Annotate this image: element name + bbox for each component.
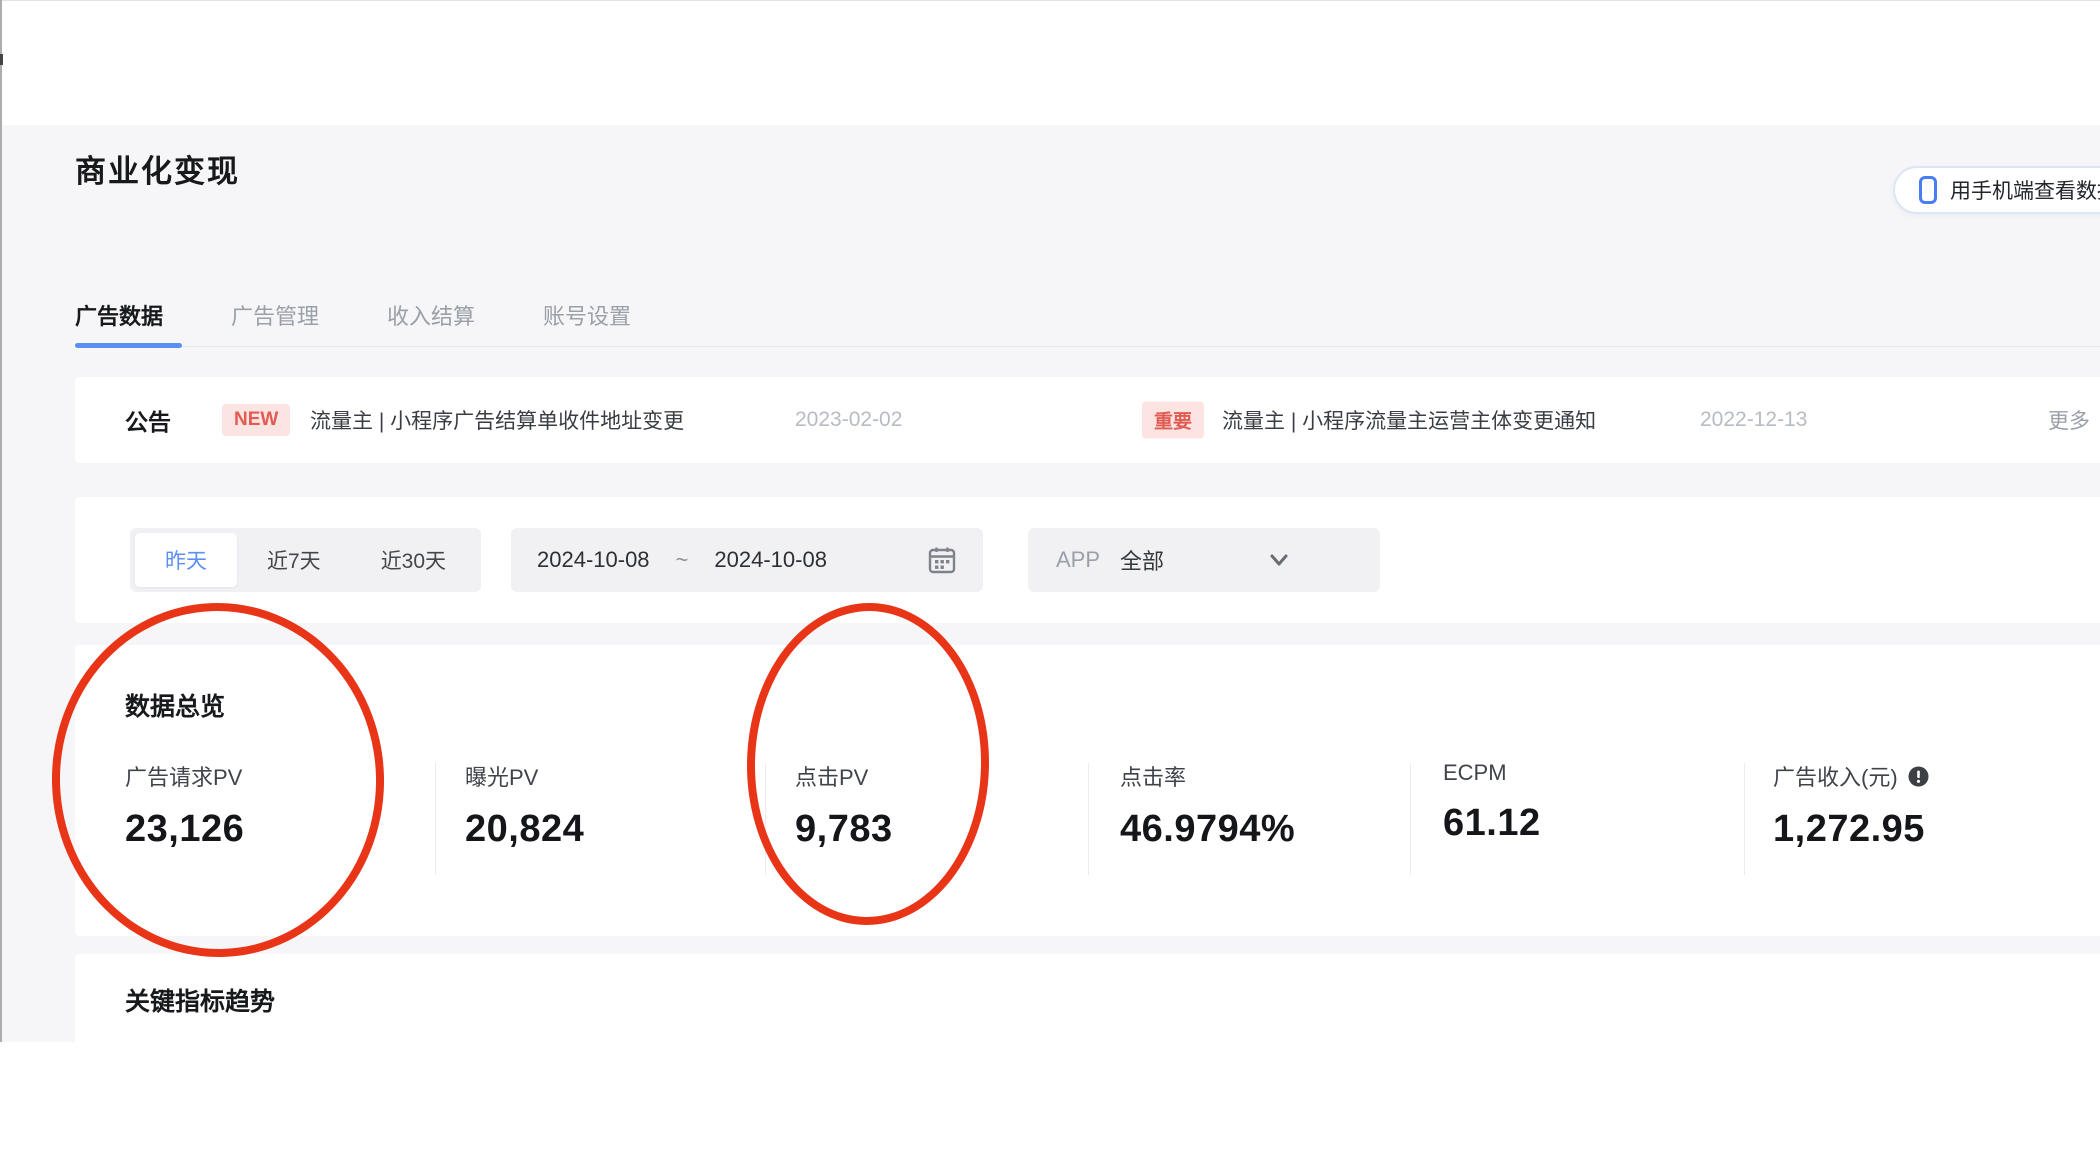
tab-bar: 广告数据 广告管理 收入结算 账号设置 <box>75 299 631 331</box>
page-title: 商业化变现 <box>75 154 240 189</box>
metric-label: 曝光PV <box>465 765 539 790</box>
metric-label: 广告请求PV <box>125 765 243 790</box>
metric-label: ECPM <box>1443 760 1507 785</box>
date-range-start: 2024-10-08 <box>537 547 650 572</box>
metric-click-pv: 点击PV 9,783 <box>795 760 893 851</box>
quick-range-30days[interactable]: 近30天 <box>351 533 476 587</box>
tab-ad-management[interactable]: 广告管理 <box>231 299 319 331</box>
tab-ad-data[interactable]: 广告数据 <box>75 299 163 331</box>
announcement-heading: 公告 <box>125 409 171 435</box>
announcement-more-link[interactable]: 更多 <box>2048 405 2090 435</box>
data-overview-card: 数据总览 广告请求PV 23,126 曝光PV 20,824 点击PV 9,78… <box>75 645 2100 936</box>
metric-divider <box>765 763 766 875</box>
quick-range-7days[interactable]: 近7天 <box>237 533 351 587</box>
metric-divider <box>1088 763 1089 875</box>
trends-heading: 关键指标趋势 <box>125 988 276 1016</box>
new-badge: NEW <box>222 404 291 436</box>
window-edge-tick <box>0 54 3 65</box>
phone-icon <box>1919 176 1937 204</box>
important-badge: 重要 <box>1142 401 1205 439</box>
metric-value: 9,783 <box>795 808 893 850</box>
window-left-edge <box>0 0 2 1042</box>
metric-value: 61.12 <box>1443 802 1541 844</box>
view-on-mobile-button[interactable]: 用手机端查看数据 <box>1893 166 2100 214</box>
announcement-date-2: 2022-12-13 <box>1700 408 1808 431</box>
announcement-link-1[interactable]: 流量主 | 小程序广告结算单收件地址变更 <box>310 405 684 435</box>
tab-account-settings[interactable]: 账号设置 <box>543 299 631 331</box>
filter-bar: 昨天 近7天 近30天 2024-10-08 ~ 2024-10-08 APP … <box>75 497 2100 623</box>
metric-label: 广告收入(元) <box>1773 765 1898 790</box>
metric-ad-request-pv: 广告请求PV 23,126 <box>125 760 244 851</box>
metric-ecpm: ECPM 61.12 <box>1443 760 1541 845</box>
date-range-separator: ~ <box>675 547 689 572</box>
quick-range-segmented-control: 昨天 近7天 近30天 <box>130 528 482 592</box>
metric-value: 1,272.95 <box>1773 808 1925 850</box>
announcement-bar: 公告 NEW 流量主 | 小程序广告结算单收件地址变更 2023-02-02 重… <box>75 377 2100 463</box>
metric-click-rate: 点击率 46.9794% <box>1120 760 1295 851</box>
tab-revenue-settlement[interactable]: 收入结算 <box>387 299 475 331</box>
metric-divider <box>1410 763 1411 875</box>
metric-impression-pv: 曝光PV 20,824 <box>465 760 584 851</box>
quick-range-yesterday[interactable]: 昨天 <box>135 533 237 587</box>
overview-heading: 数据总览 <box>125 693 226 721</box>
metric-divider <box>435 763 436 875</box>
metric-value: 20,824 <box>465 808 585 850</box>
key-metric-trends-card: 关键指标趋势 <box>75 954 2100 1156</box>
calendar-icon <box>927 545 957 575</box>
metric-ad-revenue: 广告收入(元) 1,272.95 <box>1773 760 1929 851</box>
chevron-down-icon <box>1266 547 1292 573</box>
metric-value: 46.9794% <box>1120 808 1296 850</box>
metric-label: 点击PV <box>795 765 869 790</box>
metric-label: 点击率 <box>1120 765 1187 790</box>
info-icon[interactable] <box>1908 766 1929 787</box>
app-filter-label: APP <box>1056 547 1101 572</box>
app-filter-select[interactable]: APP 全部 <box>1028 528 1380 592</box>
announcement-date-1: 2023-02-02 <box>795 408 903 431</box>
date-range-picker[interactable]: 2024-10-08 ~ 2024-10-08 <box>511 528 983 592</box>
app-filter-value: 全部 <box>1120 549 1165 574</box>
metric-divider <box>1744 763 1745 875</box>
window-top-edge <box>0 0 2100 1</box>
announcement-link-2[interactable]: 流量主 | 小程序流量主运营主体变更通知 <box>1222 405 1596 435</box>
monetization-dashboard: 商业化变现 用手机端查看数据 广告数据 广告管理 收入结算 账号设置 公告 NE… <box>0 0 2100 1156</box>
tabbar-divider <box>75 346 2100 347</box>
metric-value: 23,126 <box>125 808 245 850</box>
view-on-mobile-label: 用手机端查看数据 <box>1950 180 2100 203</box>
date-range-end: 2024-10-08 <box>714 547 827 572</box>
active-tab-underline <box>75 343 182 348</box>
